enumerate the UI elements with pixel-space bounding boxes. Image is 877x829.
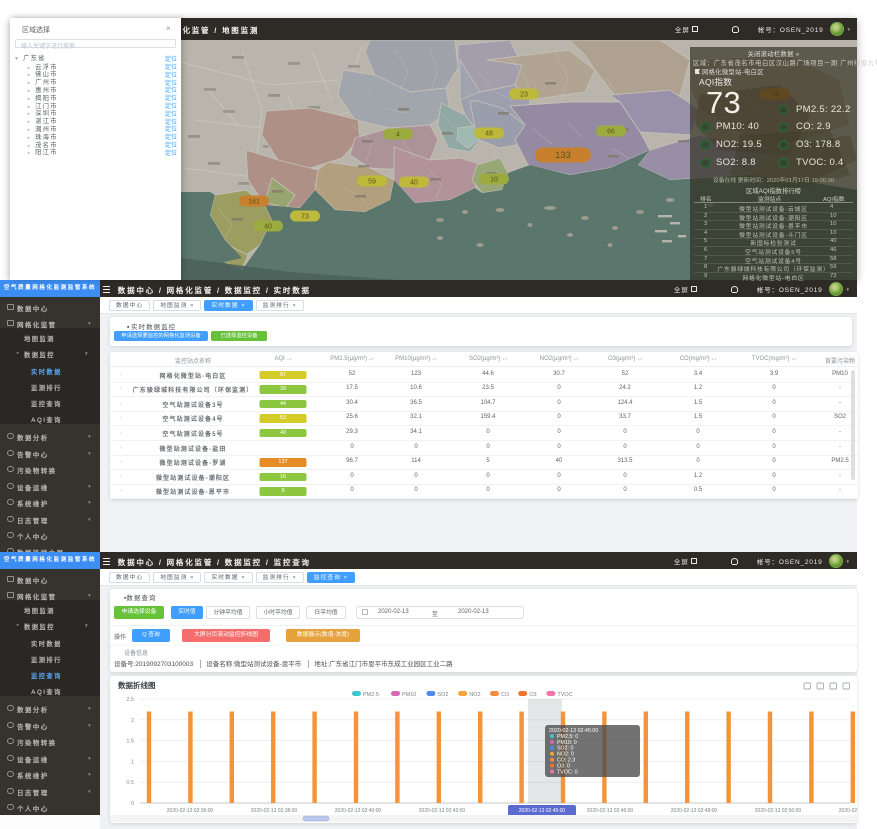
svg-text:TVOC: TVOC — [557, 692, 572, 698]
svg-text:2020-02-13 02:46:00: 2020-02-13 02:46:00 — [587, 808, 634, 814]
svg-text:48: 48 — [485, 131, 493, 138]
svg-text:2.5: 2.5 — [126, 697, 134, 703]
svg-text:2020-02-13 02:42:00: 2020-02-13 02:42:00 — [419, 808, 466, 814]
svg-text:2020-02-13 02:48:00: 2020-02-13 02:48:00 — [671, 808, 718, 814]
svg-text:2020-02-13 02:50:00: 2020-02-13 02:50:00 — [755, 808, 802, 814]
svg-text:10: 10 — [490, 177, 498, 184]
svg-text:181: 181 — [248, 199, 260, 206]
svg-text:1.5: 1.5 — [126, 739, 134, 745]
svg-text:40: 40 — [410, 180, 418, 187]
svg-text:NO2: NO2 — [469, 692, 480, 698]
svg-text:2020-02-13 02:52:00: 2020-02-13 02:52:00 — [839, 808, 857, 814]
svg-text:40: 40 — [264, 224, 272, 231]
svg-text:133: 133 — [555, 150, 571, 161]
svg-text:2020-02-13 02:45:00: 2020-02-13 02:45:00 — [519, 808, 566, 814]
svg-text:0: 0 — [131, 801, 134, 807]
svg-text:0.5: 0.5 — [126, 780, 134, 786]
svg-text:SO2: SO2 — [437, 692, 448, 698]
svg-text:4: 4 — [396, 132, 400, 139]
svg-text:2020-02-13 02:40:00: 2020-02-13 02:40:00 — [335, 808, 382, 814]
svg-text:1: 1 — [131, 759, 134, 765]
svg-text:23: 23 — [520, 92, 528, 99]
svg-text:2020-02-13 02:36:00: 2020-02-13 02:36:00 — [167, 808, 214, 814]
svg-text:2: 2 — [131, 718, 134, 724]
svg-text:数据折线图: 数据折线图 — [118, 680, 156, 690]
svg-text:59: 59 — [368, 179, 376, 186]
svg-text:O3: O3 — [529, 692, 536, 698]
svg-text:TVOC: 0: TVOC: 0 — [557, 769, 578, 775]
svg-text:66: 66 — [607, 129, 615, 136]
svg-text:PM2.5: PM2.5 — [363, 692, 379, 698]
svg-text:73: 73 — [301, 214, 309, 221]
svg-text:CO: CO — [501, 692, 510, 698]
svg-text:PM10: PM10 — [402, 692, 416, 698]
svg-text:2020-02-13 02:38:00: 2020-02-13 02:38:00 — [251, 808, 298, 814]
